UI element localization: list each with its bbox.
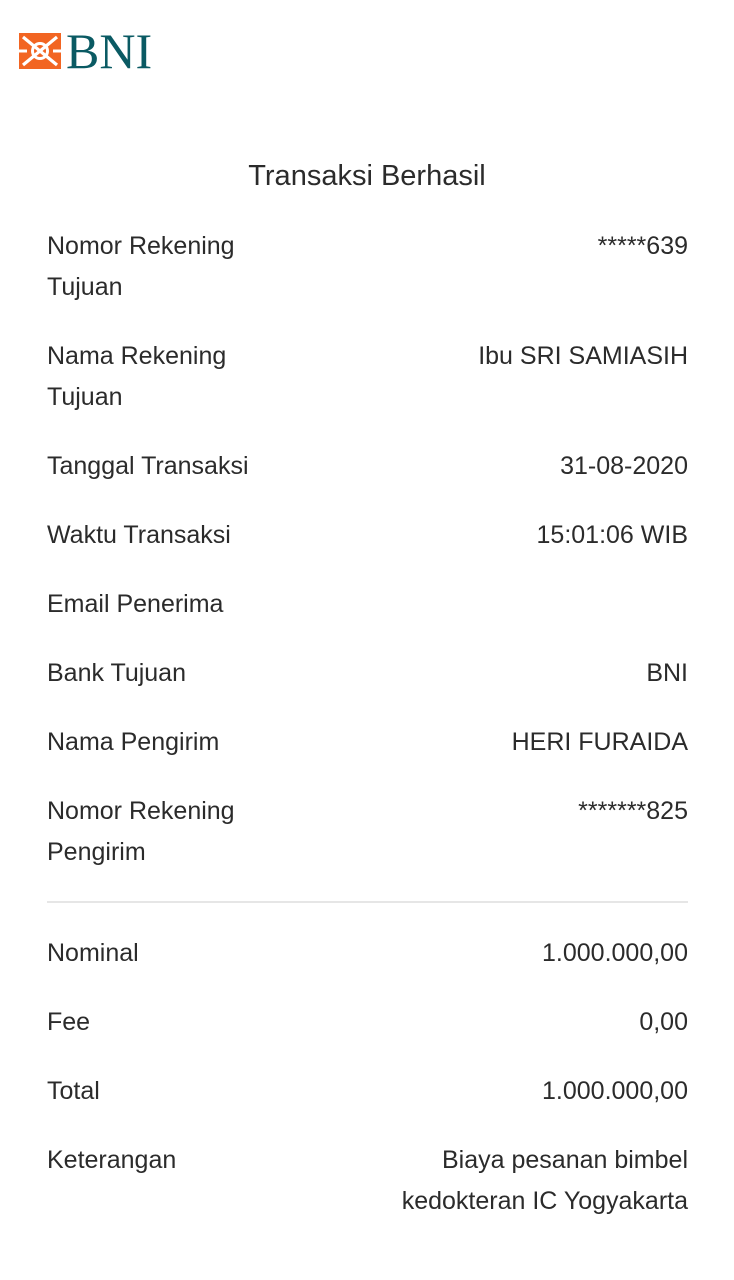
detail-row-transaction-date: Tanggal Transaksi 31-08-2020 <box>47 446 688 487</box>
amount-row-fee: Fee 0,00 <box>47 1002 688 1043</box>
detail-label: Nama Rekening Tujuan <box>47 342 227 411</box>
detail-value: 15:01:06 WIB <box>536 521 688 549</box>
amount-label: Keterangan <box>47 1146 177 1174</box>
bni-logo-mark-icon <box>19 33 61 69</box>
detail-value: BNI <box>646 659 688 687</box>
amount-label: Nominal <box>47 939 139 967</box>
amount-value: 0,00 <box>639 1008 688 1036</box>
amount-label: Fee <box>47 1008 91 1036</box>
amount-row-total: Total 1.000.000,00 <box>47 1071 688 1112</box>
bni-logo: BNI <box>19 23 153 79</box>
amount-row-nominal: Nominal 1.000.000,00 <box>47 933 688 974</box>
brand-name: BNI <box>66 23 153 79</box>
detail-row-recipient-email: Email Penerima <box>47 584 688 625</box>
divider <box>47 901 688 903</box>
amount-value: Biaya pesanan bimbel kedokteran IC Yogya… <box>401 1146 688 1215</box>
detail-row-destination-account-number: Nomor Rekening Tujuan *****639 <box>47 226 688 308</box>
page-title: Transaksi Berhasil <box>248 160 486 192</box>
detail-label: Email Penerima <box>47 590 224 618</box>
detail-value: 31-08-2020 <box>560 452 688 480</box>
detail-row-transaction-time: Waktu Transaksi 15:01:06 WIB <box>47 515 688 556</box>
amount-label: Total <box>47 1077 100 1105</box>
detail-row-destination-account-name: Nama Rekening Tujuan Ibu SRI SAMIASIH <box>47 336 688 418</box>
detail-row-destination-bank: Bank Tujuan BNI <box>47 653 688 694</box>
detail-label: Bank Tujuan <box>47 659 186 687</box>
amount-value: 1.000.000,00 <box>542 939 688 967</box>
detail-label: Nama Pengirim <box>47 728 220 756</box>
amount-value: 1.000.000,00 <box>542 1077 688 1105</box>
detail-row-sender-name: Nama Pengirim HERI FURAIDA <box>47 722 688 763</box>
detail-row-sender-account-number: Nomor Rekening Pengirim *******825 <box>47 791 688 873</box>
detail-label: Nomor Rekening Tujuan <box>47 232 235 301</box>
detail-label: Tanggal Transaksi <box>47 452 249 480</box>
detail-value: Ibu SRI SAMIASIH <box>478 342 688 370</box>
detail-value: HERI FURAIDA <box>511 728 688 756</box>
receipt-details: Nomor Rekening Tujuan *****639 Nama Reke… <box>47 226 688 1250</box>
detail-value: *****639 <box>597 232 688 260</box>
detail-label: Waktu Transaksi <box>47 521 231 549</box>
detail-value: *******825 <box>578 797 688 825</box>
amount-row-description: Keterangan Biaya pesanan bimbel kedokter… <box>47 1140 688 1222</box>
detail-label: Nomor Rekening Pengirim <box>47 797 235 866</box>
